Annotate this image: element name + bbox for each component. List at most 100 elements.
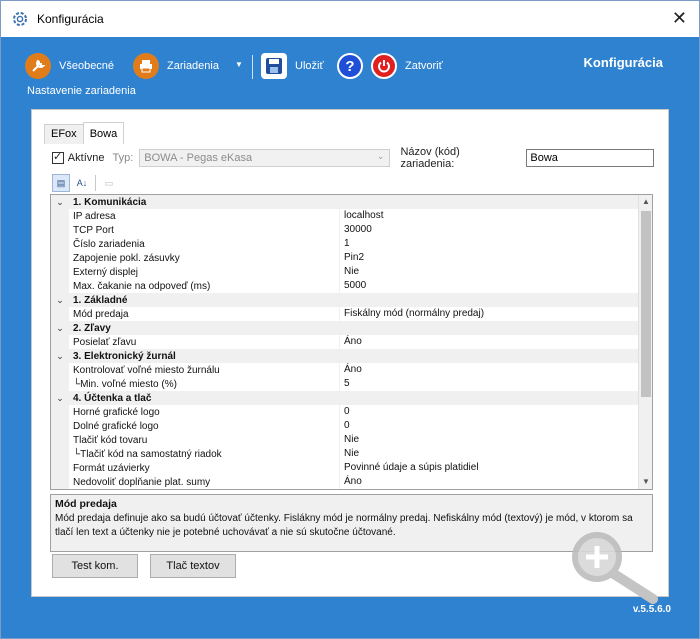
toolbar-subtitle: Nastavenie zariadenia bbox=[27, 85, 136, 97]
property-value[interactable]: 30000 bbox=[339, 223, 652, 237]
window-title: Konfigurácia bbox=[37, 12, 104, 26]
chevron-down-icon[interactable]: ⌄ bbox=[51, 393, 69, 404]
scroll-up-icon[interactable]: ▲ bbox=[639, 195, 652, 209]
property-row[interactable]: Formát uzávierky Povinné údaje a súpis pl… bbox=[51, 461, 652, 475]
help-button[interactable]: ? bbox=[337, 53, 371, 79]
category-row[interactable]: ⌄ 1. Komunikácia bbox=[51, 195, 652, 209]
property-value[interactable]: 5000 bbox=[339, 279, 652, 293]
categorized-icon[interactable]: ▤ bbox=[52, 174, 70, 192]
property-row[interactable]: Kontrolovať voľné miesto žurnálu Áno bbox=[51, 363, 652, 377]
property-rows: ⌄ 1. Komunikácia IP adresa localhost TCP Por… bbox=[51, 195, 652, 489]
property-row[interactable]: TCP Port 30000 bbox=[51, 223, 652, 237]
row-gutter bbox=[51, 209, 69, 223]
property-value[interactable]: localhost bbox=[339, 209, 652, 223]
property-row[interactable]: └Min. voľné miesto (%) 5 bbox=[51, 377, 652, 391]
chevron-down-icon[interactable]: ⌄ bbox=[51, 351, 69, 362]
chevron-down-icon[interactable]: ▼ bbox=[235, 60, 243, 69]
property-row[interactable]: Horné grafické logo 0 bbox=[51, 405, 652, 419]
property-value[interactable]: Áno bbox=[339, 475, 652, 489]
row-gutter bbox=[51, 461, 69, 475]
scroll-down-icon[interactable]: ▼ bbox=[639, 475, 652, 489]
category-row[interactable]: ⌄ 1. Základné bbox=[51, 293, 652, 307]
row-gutter bbox=[51, 237, 69, 251]
chevron-down-icon[interactable]: ⌄ bbox=[51, 295, 69, 306]
type-select[interactable]: BOWA - Pegas eKasa ⌄ bbox=[139, 149, 391, 167]
property-row[interactable]: Mód predaja Fiskálny mód (normálny predaj… bbox=[51, 307, 652, 321]
close-icon[interactable]: ✕ bbox=[672, 9, 687, 27]
property-value[interactable]: Áno bbox=[339, 363, 652, 377]
print-texts-button[interactable]: Tlač textov bbox=[150, 554, 236, 578]
floppy-icon bbox=[261, 53, 287, 79]
property-name: Tlačiť kód tovaru bbox=[73, 434, 148, 446]
property-name: Zapojenie pokl. zásuvky bbox=[73, 252, 180, 264]
property-value[interactable]: 0 bbox=[339, 405, 652, 419]
property-value[interactable]: Nie bbox=[339, 433, 652, 447]
category-row[interactable]: ⌄ 3. Elektronický žurnál bbox=[51, 349, 652, 363]
category-row[interactable]: ⌄ 2. Zľavy bbox=[51, 321, 652, 335]
property-row[interactable]: Posielať zľavu Áno bbox=[51, 335, 652, 349]
help-text: Mód predaja definuje ako sa budú účtovať… bbox=[55, 513, 633, 538]
property-grid-toolbar: ▤ A↓ ▭ bbox=[52, 173, 121, 193]
row-gutter bbox=[51, 251, 69, 265]
devices-button[interactable]: Zariadenia bbox=[133, 53, 219, 79]
category-label: 3. Elektronický žurnál bbox=[73, 350, 176, 362]
category-label: 2. Zľavy bbox=[73, 322, 111, 334]
row-gutter bbox=[51, 475, 69, 489]
chevron-down-icon: ⌄ bbox=[376, 151, 385, 161]
property-row[interactable]: └Tlačiť kód na samostatný riadok Nie bbox=[51, 447, 652, 461]
help-title: Mód predaja bbox=[55, 498, 117, 510]
property-row[interactable]: Externý displej Nie bbox=[51, 265, 652, 279]
toolbar-divider bbox=[252, 55, 253, 79]
property-value[interactable]: Povinné údaje a súpis platidiel bbox=[339, 461, 652, 475]
row-gutter bbox=[51, 363, 69, 377]
property-row[interactable]: Číslo zariadenia 1 bbox=[51, 237, 652, 251]
zoom-in-icon[interactable] bbox=[567, 529, 663, 605]
title-bar: Konfigurácia ✕ bbox=[1, 1, 699, 37]
tab-efox[interactable]: EFox bbox=[44, 124, 84, 144]
name-input[interactable]: Bowa bbox=[526, 149, 654, 167]
row-gutter bbox=[51, 447, 69, 461]
property-name: Mód predaja bbox=[73, 308, 129, 320]
type-label: Typ: bbox=[112, 152, 134, 164]
category-label: 1. Komunikácia bbox=[73, 196, 147, 208]
category-row[interactable]: ⌄ 4. Účtenka a tlač bbox=[51, 391, 652, 405]
gear-icon bbox=[13, 12, 27, 26]
help-pane: Mód predaja Mód predaja definuje ako sa … bbox=[50, 494, 653, 552]
row-gutter bbox=[51, 419, 69, 433]
close-button[interactable]: Zatvoriť bbox=[371, 53, 443, 79]
test-button[interactable]: Test kom. bbox=[52, 554, 138, 578]
toolbar-divider bbox=[95, 175, 96, 191]
property-value[interactable]: 1 bbox=[339, 237, 652, 251]
save-button[interactable]: Uložiť bbox=[261, 53, 324, 79]
brand-title: Konfigurácia bbox=[583, 55, 663, 70]
property-value[interactable]: Nie bbox=[339, 265, 652, 279]
property-name: Číslo zariadenia bbox=[73, 238, 145, 250]
printer-icon bbox=[133, 53, 159, 79]
scrollbar[interactable]: ▲ ▼ bbox=[638, 195, 652, 489]
chevron-down-icon[interactable]: ⌄ bbox=[51, 323, 69, 334]
tab-bowa[interactable]: Bowa bbox=[82, 122, 125, 144]
devices-label: Zariadenia bbox=[167, 60, 219, 72]
row-gutter bbox=[51, 335, 69, 349]
property-value[interactable]: Pin2 bbox=[339, 251, 652, 265]
property-value[interactable]: 5 bbox=[339, 377, 652, 391]
property-row[interactable]: Tlačiť kód tovaru Nie bbox=[51, 433, 652, 447]
property-name: └Min. voľné miesto (%) bbox=[73, 378, 177, 390]
property-row[interactable]: Max. čakanie na odpoveď (ms) 5000 bbox=[51, 279, 652, 293]
wrench-icon bbox=[25, 53, 51, 79]
property-value[interactable]: Áno bbox=[339, 335, 652, 349]
property-value[interactable]: Nie bbox=[339, 447, 652, 461]
property-value[interactable]: Fiskálny mód (normálny predaj) bbox=[339, 307, 652, 321]
scroll-thumb[interactable] bbox=[641, 211, 651, 397]
device-form: Aktívne Typ: BOWA - Pegas eKasa ⌄ Názov … bbox=[52, 146, 654, 170]
general-button[interactable]: Všeobecné bbox=[25, 53, 114, 79]
property-row[interactable]: Nedovoliť doplňanie plat. sumy Áno bbox=[51, 475, 652, 489]
property-row[interactable]: IP adresa localhost bbox=[51, 209, 652, 223]
sort-alpha-icon[interactable]: A↓ bbox=[73, 174, 91, 192]
row-gutter bbox=[51, 433, 69, 447]
property-row[interactable]: Dolné grafické logo 0 bbox=[51, 419, 652, 433]
chevron-down-icon[interactable]: ⌄ bbox=[51, 197, 69, 208]
property-value[interactable]: 0 bbox=[339, 419, 652, 433]
property-row[interactable]: Zapojenie pokl. zásuvky Pin2 bbox=[51, 251, 652, 265]
active-checkbox[interactable] bbox=[52, 150, 64, 164]
